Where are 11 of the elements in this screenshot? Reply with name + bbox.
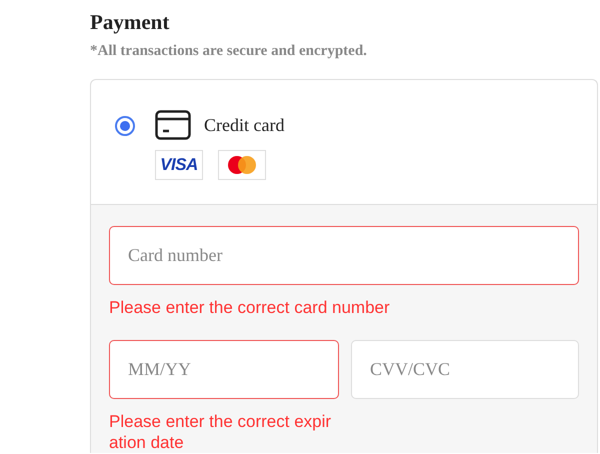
mastercard-logo xyxy=(218,150,266,180)
error-message: Please enter the correct expiration date xyxy=(109,411,332,453)
section-title: Payment xyxy=(90,9,170,36)
error-message: Please enter the correct card number xyxy=(109,297,391,318)
radio-button[interactable] xyxy=(115,116,135,136)
visa-logo: VISA xyxy=(155,150,203,180)
payment-method-label: Credit card xyxy=(204,114,284,136)
security-note: *All transactions are secure and encrypted. xyxy=(90,42,368,61)
input-field[interactable]: Card number xyxy=(109,226,579,285)
input-field[interactable]: MM/YY xyxy=(109,340,339,399)
credit-card-icon xyxy=(155,110,191,140)
